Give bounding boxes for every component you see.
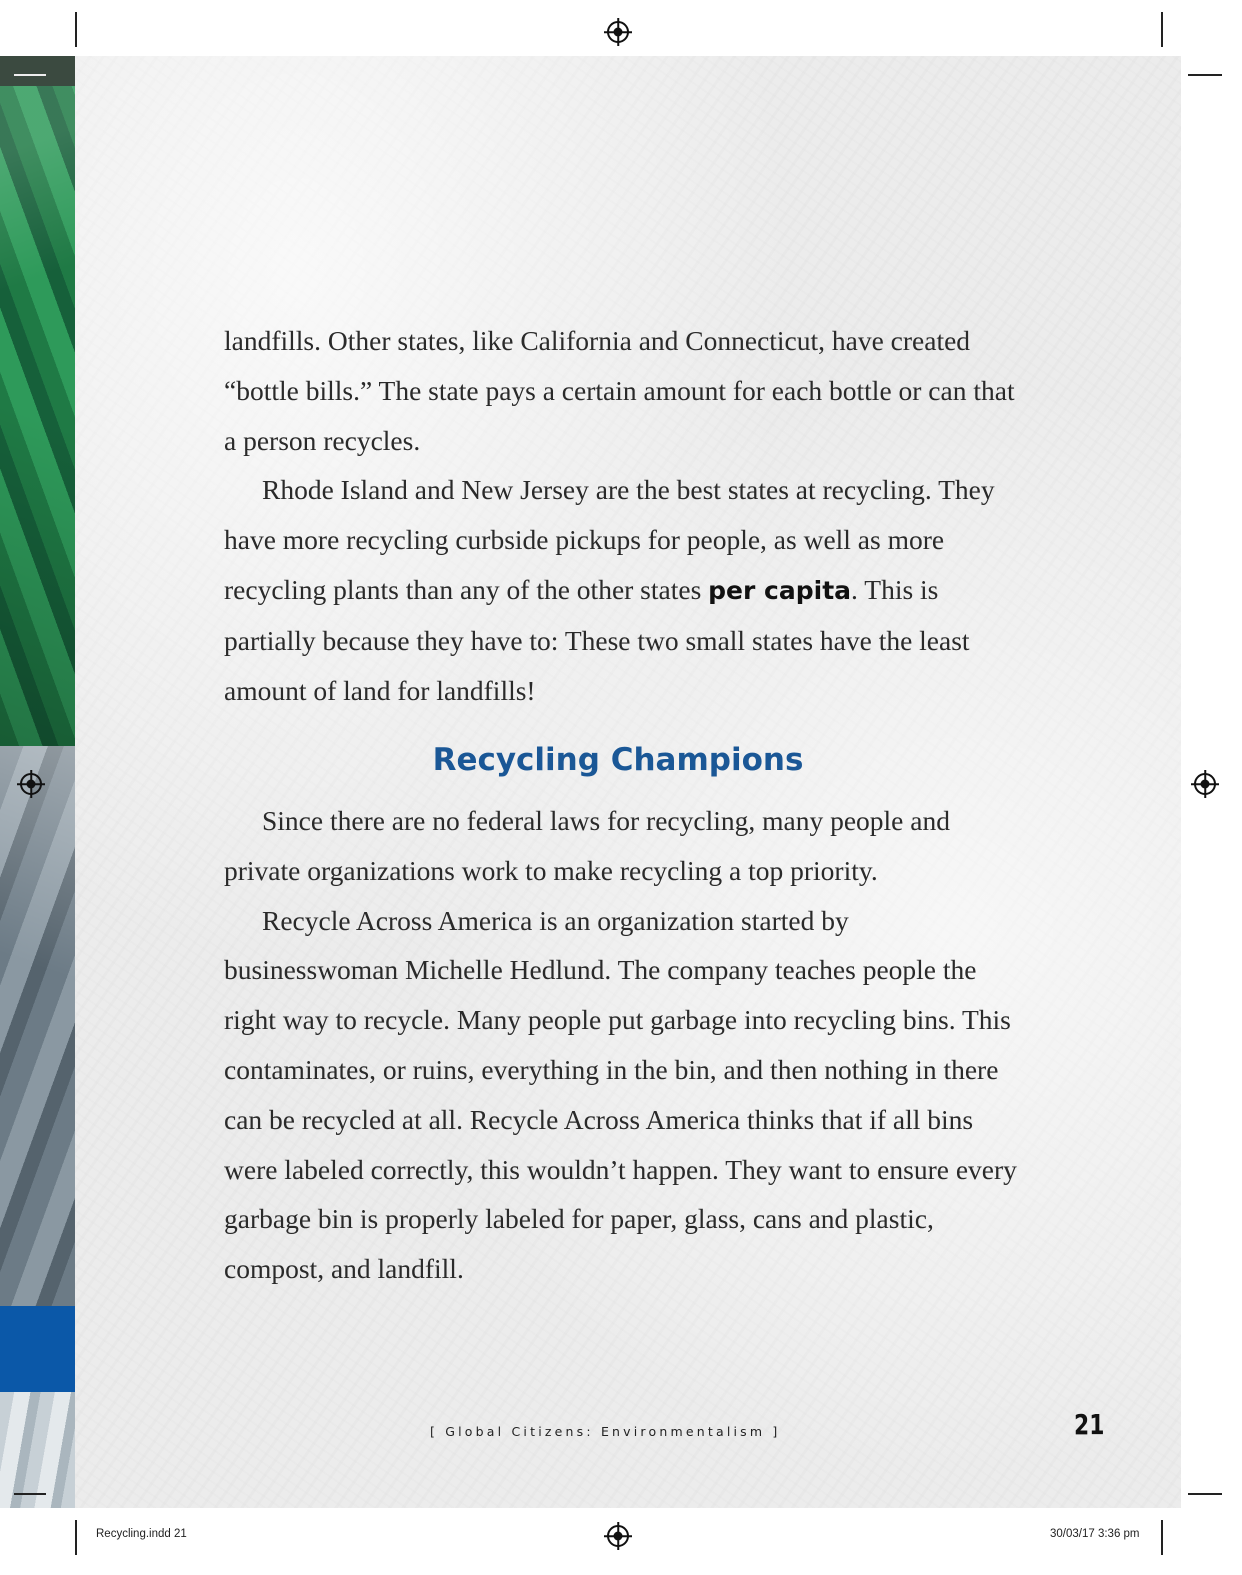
photo-grey-bin-section bbox=[0, 746, 75, 1306]
paragraph-landfills: landfills. Other states, like California… bbox=[224, 325, 1015, 456]
paragraph-best-states: Rhode Island and New Jersey are the best… bbox=[224, 465, 1024, 715]
slug-date-time: 30/03/17 3:36 pm bbox=[1050, 1528, 1140, 1540]
registration-mark-left-icon bbox=[20, 773, 42, 795]
page-number: 21 bbox=[1074, 1408, 1105, 1441]
crop-mark-right-bottom bbox=[1188, 1493, 1222, 1495]
crop-mark-bottom-left bbox=[75, 1520, 77, 1555]
paragraph-recycle-across-america: Recycle Across America is an organizatio… bbox=[224, 904, 1017, 1285]
glossary-term-per-capita: per capita bbox=[708, 575, 852, 605]
crop-mark-bottom-right bbox=[1161, 1520, 1163, 1555]
series-title: [ Global Citizens: Environmentalism ] bbox=[430, 1424, 781, 1439]
photo-blue-band-section bbox=[0, 1306, 75, 1392]
crop-mark-right-top bbox=[1188, 74, 1222, 76]
slug-file-name: Recycling.indd 21 bbox=[96, 1528, 187, 1540]
crop-mark-left-bottom bbox=[14, 1493, 46, 1495]
body-text-bottom: Since there are no federal laws for recy… bbox=[224, 796, 1024, 1294]
paragraph-no-federal-laws: Since there are no federal laws for recy… bbox=[224, 805, 950, 886]
crop-mark-left-top bbox=[14, 74, 46, 76]
registration-mark-top-icon bbox=[607, 21, 629, 43]
registration-mark-bottom-icon bbox=[607, 1525, 629, 1547]
photo-dark-section bbox=[0, 56, 75, 86]
photo-light-section bbox=[0, 1392, 75, 1508]
section-heading: Recycling Champions bbox=[432, 742, 804, 778]
photo-green-bag-section bbox=[0, 86, 75, 746]
registration-mark-right-icon bbox=[1194, 773, 1216, 795]
body-text-top: landfills. Other states, like California… bbox=[224, 316, 1024, 715]
crop-mark-top-right bbox=[1161, 12, 1163, 47]
crop-mark-top-left bbox=[75, 12, 77, 47]
